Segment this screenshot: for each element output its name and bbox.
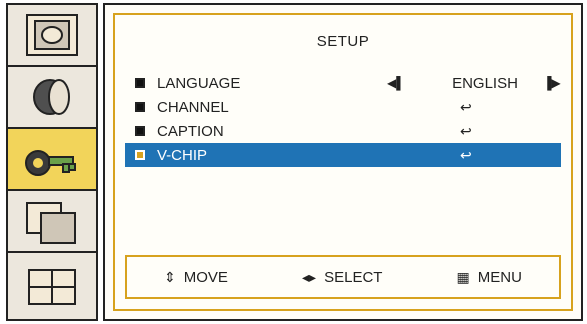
move-help: ⇕ MOVE: [164, 269, 228, 286]
bullet-icon: [135, 102, 145, 112]
menu-item-caption[interactable]: CAPTION ↩: [125, 119, 561, 143]
enter-icon: ↩: [460, 98, 472, 115]
setup-inner: SETUP LANGUAGE ◀▌ ENGLISH ▐▶ CHANNEL ↩ C…: [113, 13, 573, 311]
menu-label: LANGUAGE: [157, 74, 241, 92]
menu-sidebar: [6, 3, 98, 321]
tv-osd-screen: SETUP LANGUAGE ◀▌ ENGLISH ▐▶ CHANNEL ↩ C…: [0, 0, 587, 324]
bullet-icon: [135, 126, 145, 136]
move-arrows-icon: ⇕: [164, 268, 176, 285]
sidebar-item-picture[interactable]: [8, 5, 96, 67]
footer-help: ⇕ MOVE ◂▸ SELECT ▦ MENU: [125, 255, 561, 299]
select-arrows-icon: ◂▸: [302, 268, 317, 285]
select-help: ◂▸ SELECT: [302, 269, 382, 286]
bullet-icon: [135, 78, 145, 88]
enter-icon: ↩: [460, 146, 472, 163]
sidebar-item-setup[interactable]: [8, 129, 96, 191]
page-title: SETUP: [316, 33, 370, 50]
menu-value: ENGLISH: [452, 74, 518, 92]
menu-item-language[interactable]: LANGUAGE ◀▌ ENGLISH ▐▶: [125, 71, 561, 95]
select-label: SELECT: [324, 268, 383, 286]
channel-icon: [28, 269, 76, 305]
menu-item-v-chip[interactable]: V-CHIP ↩: [125, 143, 561, 167]
left-arrow-icon: ◀▌: [387, 76, 405, 90]
menu-icon: ▦: [456, 268, 470, 285]
setup-menu: LANGUAGE ◀▌ ENGLISH ▐▶ CHANNEL ↩ CAPTION…: [125, 71, 561, 167]
menu-help: ▦ MENU: [457, 269, 522, 286]
menu-label: CAPTION: [157, 122, 224, 140]
move-label: MOVE: [183, 268, 228, 286]
sidebar-item-channel[interactable]: [8, 253, 96, 319]
menu-item-channel[interactable]: CHANNEL ↩: [125, 95, 561, 119]
enter-icon: ↩: [460, 122, 472, 139]
pip-icon: [26, 202, 76, 244]
menu-label: CHANNEL: [157, 98, 229, 116]
picture-icon: [26, 14, 78, 56]
menu-label: V-CHIP: [157, 146, 208, 164]
bullet-icon: [135, 150, 145, 160]
speaker-icon: [33, 79, 70, 115]
key-icon: [25, 150, 76, 176]
menu-label: MENU: [477, 268, 522, 286]
sidebar-item-pip[interactable]: [8, 191, 96, 253]
sidebar-item-sound[interactable]: [8, 67, 96, 129]
setup-panel: SETUP LANGUAGE ◀▌ ENGLISH ▐▶ CHANNEL ↩ C…: [103, 3, 583, 321]
right-arrow-icon: ▐▶: [543, 76, 561, 90]
